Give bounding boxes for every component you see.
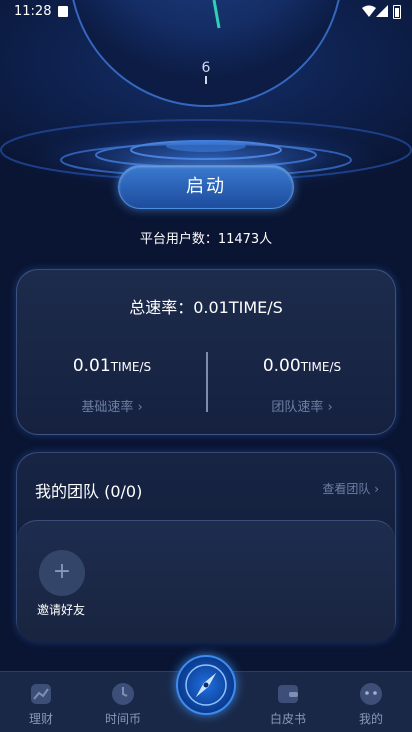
tab-center-compass[interactable] — [176, 655, 236, 715]
user-count: 平台用户数：11473人 — [139, 232, 273, 247]
team-members-panel: + 邀请好友 — [17, 520, 395, 642]
rate-card: 总速率：0.01TIME/S 0.01TIME/S 基础速率 › 0.00TIM… — [16, 269, 396, 435]
invite-friend-label: 邀请好友 — [37, 603, 86, 617]
tab-finance-label: 理财 — [28, 712, 53, 726]
view-team-link[interactable]: 查看团队 › — [322, 480, 379, 497]
tab-mine-label: 我的 — [358, 712, 383, 726]
start-button[interactable]: 启动 — [118, 165, 294, 209]
tab-whitepaper[interactable]: 白皮书 — [247, 672, 329, 732]
tab-time-coin[interactable]: 时间币 — [82, 672, 164, 732]
base-rate: 0.01TIME/S 基础速率 › — [17, 356, 207, 415]
invite-friend-button[interactable]: + — [39, 550, 85, 596]
wallet-icon — [278, 685, 298, 703]
total-rate: 总速率：0.01TIME/S — [129, 298, 283, 317]
face-icon — [360, 683, 382, 705]
team-rate-unit: TIME/S — [300, 360, 342, 374]
team-rate-value: 0.00 — [262, 356, 301, 376]
team-card: 我的团队 (0/0) 查看团队 › + 邀请好友 — [16, 452, 396, 642]
base-rate-link[interactable]: 基础速率 › — [17, 396, 207, 415]
team-title: 我的团队 (0/0) — [35, 482, 143, 501]
chart-icon — [31, 684, 51, 704]
team-rate-link[interactable]: 团队速率 › — [207, 396, 397, 415]
base-rate-unit: TIME/S — [110, 360, 152, 374]
compass-icon — [185, 664, 227, 706]
tab-time-coin-label: 时间币 — [104, 712, 141, 726]
clock-numeral: 6 — [202, 60, 211, 76]
tab-whitepaper-label: 白皮书 — [269, 712, 306, 726]
base-rate-value: 0.01 — [72, 356, 111, 376]
tab-mine[interactable]: 我的 — [330, 672, 412, 732]
clock-icon — [112, 683, 134, 705]
team-rate: 0.00TIME/S 团队速率 › — [207, 356, 397, 415]
tab-finance[interactable]: 理财 — [0, 672, 82, 732]
